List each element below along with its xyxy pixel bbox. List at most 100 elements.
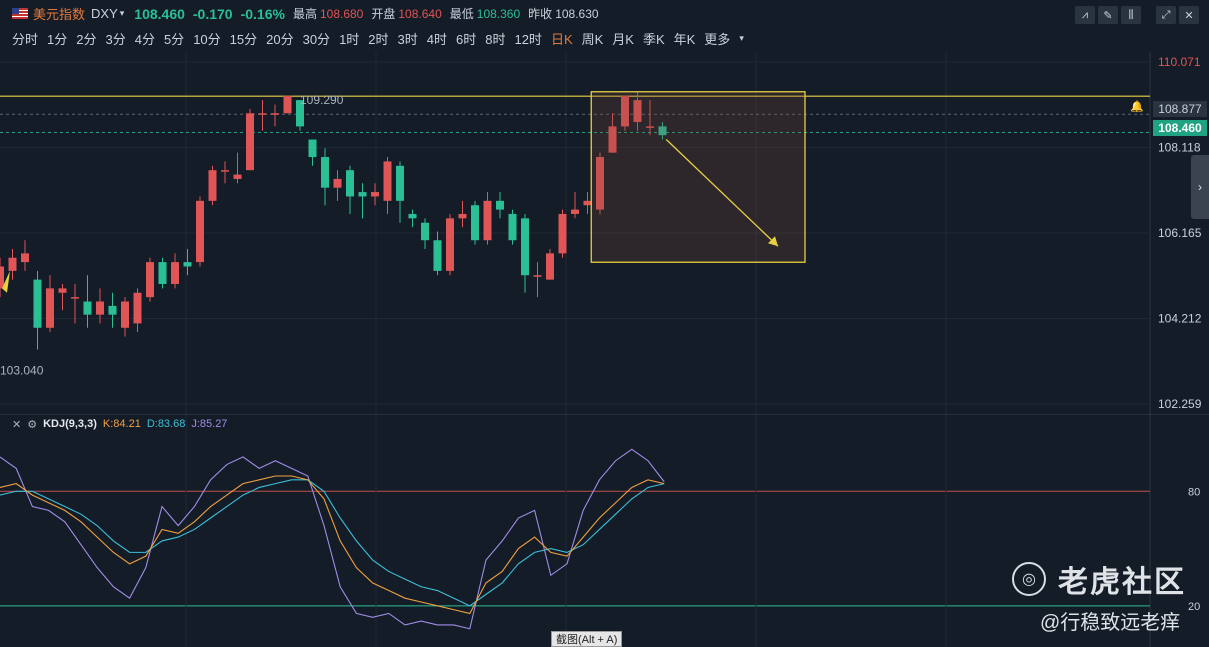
highlight-box[interactable] bbox=[590, 91, 806, 263]
candle-body[interactable] bbox=[396, 165, 404, 201]
candle-body[interactable] bbox=[383, 161, 392, 201]
quote-header: 美元指数 DXY ▾ 108.460 -0.170 -0.16% 最高 108.… bbox=[0, 0, 1209, 27]
candle-body[interactable] bbox=[533, 275, 542, 277]
candle-body[interactable] bbox=[446, 218, 454, 271]
prev-close-value: 108.630 bbox=[555, 6, 599, 21]
high-annotation: 109.290 bbox=[300, 93, 344, 107]
candle-body[interactable] bbox=[483, 200, 492, 241]
candle-body[interactable] bbox=[258, 113, 267, 115]
period-tab[interactable]: 更多 bbox=[704, 29, 730, 48]
candlestick-chart[interactable]: 110.071 108.118 106.165 104.212 102.259 109.2… bbox=[0, 52, 1209, 414]
high-value: 108.680 bbox=[319, 6, 364, 21]
candle-body[interactable] bbox=[271, 113, 279, 115]
period-tab[interactable]: 5分 bbox=[164, 29, 184, 48]
close-icon[interactable]: ✕ bbox=[1179, 6, 1199, 24]
candle-body[interactable] bbox=[221, 170, 229, 172]
kdj-name: KDJ(9,3,3) bbox=[43, 418, 97, 430]
low-label: 最低 bbox=[449, 7, 474, 21]
period-tab[interactable]: 4时 bbox=[427, 29, 447, 48]
chart-toolbar: ⩘ ✎ ⫼ bbox=[1075, 6, 1141, 24]
bell-icon[interactable]: 🔔 bbox=[1130, 100, 1144, 113]
period-tab[interactable]: 月K bbox=[612, 29, 634, 48]
candle-body[interactable] bbox=[121, 301, 129, 328]
candle-body[interactable] bbox=[508, 213, 517, 241]
candle-body[interactable] bbox=[96, 301, 104, 315]
candle-body[interactable] bbox=[21, 253, 29, 263]
candle-body[interactable] bbox=[346, 170, 354, 197]
candle-body[interactable] bbox=[546, 253, 554, 280]
candle-body[interactable] bbox=[108, 305, 117, 315]
period-tab[interactable]: 12时 bbox=[514, 29, 541, 48]
candle-body[interactable] bbox=[458, 213, 467, 219]
period-tab[interactable]: 1时 bbox=[339, 29, 359, 48]
period-tab[interactable]: 30分 bbox=[303, 29, 330, 48]
candle-body[interactable] bbox=[196, 200, 204, 263]
candle-body[interactable] bbox=[308, 139, 317, 158]
tiger-logo-icon: ◎ bbox=[1012, 562, 1046, 596]
candle-body[interactable] bbox=[471, 205, 479, 241]
candle-body[interactable] bbox=[333, 178, 342, 188]
kdj-d-value: D:83.68 bbox=[146, 418, 186, 430]
candle-body[interactable] bbox=[158, 262, 167, 285]
candle-body[interactable] bbox=[133, 292, 142, 324]
period-tab[interactable]: 20分 bbox=[266, 29, 293, 48]
kdj-header: ✕ ⚙ KDJ(9,3,3) K:84.21 D:83.68 J:85.27 bbox=[12, 416, 227, 432]
candle-style-icon[interactable]: ⫼ bbox=[1121, 6, 1141, 24]
candle-body[interactable] bbox=[233, 174, 242, 179]
candle-body[interactable] bbox=[358, 192, 367, 197]
period-tab[interactable]: 1分 bbox=[47, 29, 67, 48]
period-tab[interactable]: 年K bbox=[674, 29, 696, 48]
candle-body[interactable] bbox=[283, 95, 292, 114]
candle-body[interactable] bbox=[146, 262, 154, 298]
candle-body[interactable] bbox=[371, 192, 379, 197]
draw-icon[interactable]: ✎ bbox=[1098, 6, 1118, 24]
candle-body[interactable] bbox=[583, 200, 592, 206]
period-tab[interactable]: 8时 bbox=[485, 29, 505, 48]
period-tab[interactable]: 分时 bbox=[12, 29, 38, 48]
candle-body[interactable] bbox=[46, 288, 54, 328]
candle-body[interactable] bbox=[521, 218, 529, 276]
candle-body[interactable] bbox=[571, 209, 579, 214]
candle-body[interactable] bbox=[496, 200, 504, 210]
fullscreen-icon[interactable]: ⤢ bbox=[1156, 6, 1176, 24]
low-value: 108.360 bbox=[476, 6, 521, 21]
candle-body[interactable] bbox=[246, 113, 254, 171]
period-tab[interactable]: 10分 bbox=[193, 29, 220, 48]
chevron-right-icon[interactable]: › bbox=[1191, 155, 1209, 219]
candle-body[interactable] bbox=[408, 213, 417, 219]
symbol-selector[interactable]: DXY bbox=[91, 6, 118, 21]
chevron-down-icon[interactable]: ▾ bbox=[739, 33, 744, 44]
period-tab[interactable]: 2时 bbox=[368, 29, 388, 48]
indicator-icon[interactable]: ⩘ bbox=[1075, 6, 1095, 24]
candle-body[interactable] bbox=[71, 297, 79, 299]
period-tab[interactable]: 15分 bbox=[230, 29, 257, 48]
open-label: 开盘 bbox=[371, 7, 396, 21]
gear-icon[interactable]: ⚙ bbox=[27, 418, 37, 431]
candle-body[interactable] bbox=[171, 262, 179, 285]
period-tab[interactable]: 6时 bbox=[456, 29, 476, 48]
period-tab[interactable]: 4分 bbox=[135, 29, 155, 48]
candle-body[interactable] bbox=[83, 301, 92, 315]
window-toolbar: ⤢ ✕ bbox=[1156, 6, 1199, 24]
candle-body[interactable] bbox=[0, 266, 4, 289]
candle-body[interactable] bbox=[8, 257, 17, 271]
period-tab[interactable]: 3分 bbox=[105, 29, 125, 48]
candle-body[interactable] bbox=[433, 240, 442, 271]
close-icon[interactable]: ✕ bbox=[12, 418, 21, 431]
kdj-level-label: 20 bbox=[1188, 601, 1200, 613]
candle-body[interactable] bbox=[421, 222, 429, 241]
candle-body[interactable] bbox=[558, 213, 567, 254]
period-tab[interactable]: 周K bbox=[582, 29, 604, 48]
period-tab[interactable]: 3时 bbox=[398, 29, 418, 48]
candle-body[interactable] bbox=[321, 157, 329, 188]
chevron-down-icon[interactable]: ▾ bbox=[120, 8, 125, 19]
kdj-chart: 80 20 bbox=[0, 414, 1209, 647]
period-tab[interactable]: 日K bbox=[551, 29, 573, 48]
candle-body[interactable] bbox=[33, 279, 42, 328]
period-tab[interactable]: 季K bbox=[643, 29, 665, 48]
period-tab[interactable]: 2分 bbox=[76, 29, 96, 48]
candle-body[interactable] bbox=[58, 288, 67, 293]
candle-body[interactable] bbox=[183, 262, 192, 267]
candle-body[interactable] bbox=[208, 170, 217, 201]
price-tick-label: 106.165 bbox=[1158, 226, 1202, 240]
